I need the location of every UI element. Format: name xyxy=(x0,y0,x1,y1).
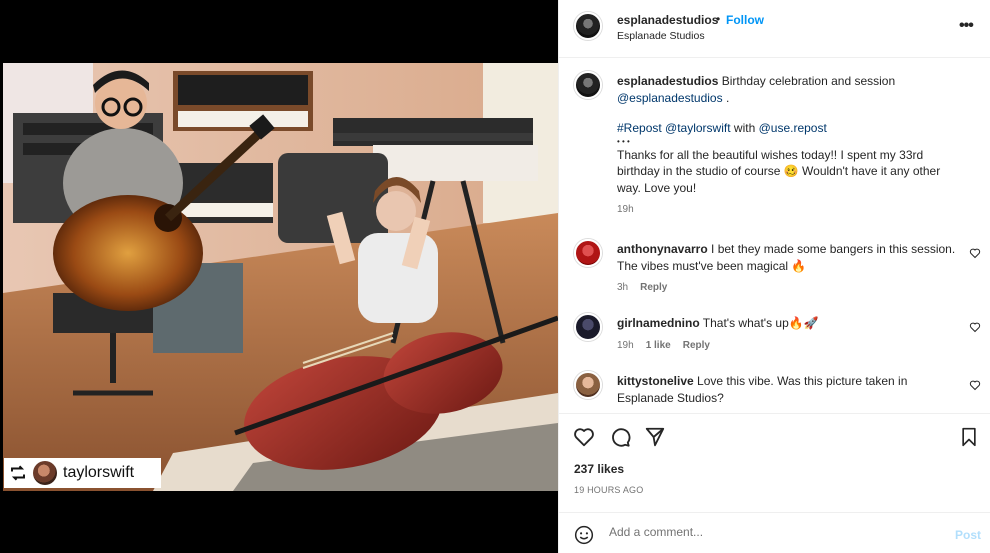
comment-text: That's what's up🔥🚀 xyxy=(702,316,819,330)
send-icon[interactable] xyxy=(644,426,666,448)
comment-input[interactable] xyxy=(609,525,909,539)
comment-avatar[interactable] xyxy=(574,313,602,341)
caption-line1: Birthday celebration and session xyxy=(721,74,896,88)
reply-button[interactable]: Reply xyxy=(683,338,710,355)
caption-text: Thanks for all the beautiful wishes toda… xyxy=(617,147,941,195)
comment-time: 3h xyxy=(617,282,629,293)
comment-username[interactable]: kittystonelive xyxy=(617,374,694,388)
post-comment-button[interactable]: Post xyxy=(955,528,981,542)
emoji-icon[interactable] xyxy=(574,525,594,545)
repost-username: taylorswift xyxy=(63,464,135,481)
comment-likes[interactable]: 1 like xyxy=(646,338,671,355)
comment-body: girlnamednino That's what's up🔥🚀 19h 1 l… xyxy=(617,315,957,354)
caption-avatar[interactable] xyxy=(574,71,602,99)
more-options-icon[interactable]: ••• xyxy=(959,17,974,35)
comment-avatar[interactable] xyxy=(574,239,602,267)
caption-body: esplanadestudios Birthday celebration an… xyxy=(617,73,957,219)
comment-body: anthonynavarro I bet they made some bang… xyxy=(617,241,957,297)
caption-with: with xyxy=(733,121,756,135)
studio-photo-illustration xyxy=(3,63,558,491)
caption-repost-app[interactable]: @use.repost xyxy=(759,121,827,135)
comment-like-icon[interactable] xyxy=(969,247,981,259)
author-avatar[interactable] xyxy=(574,12,602,40)
follow-button[interactable]: Follow xyxy=(726,13,764,27)
location-link[interactable]: Esplanade Studios xyxy=(617,30,705,42)
post-header: esplanadestudios • Follow Esplanade Stud… xyxy=(559,0,990,58)
caption-time: 19h xyxy=(617,204,634,215)
caption-mention[interactable]: @esplanadestudios xyxy=(617,91,723,105)
comment-like-icon[interactable] xyxy=(969,379,981,391)
comment-avatar[interactable] xyxy=(574,371,602,399)
post-photo[interactable] xyxy=(3,63,558,491)
comment-icon[interactable] xyxy=(609,426,631,448)
action-bar xyxy=(559,415,990,459)
comments-section[interactable]: esplanadestudios Birthday celebration an… xyxy=(559,59,990,414)
repost-icon xyxy=(11,465,25,481)
post-media: taylorswift xyxy=(0,0,558,553)
comment-like-icon[interactable] xyxy=(969,321,981,333)
reply-button[interactable]: Reply xyxy=(640,280,667,297)
comment-username[interactable]: anthonynavarro xyxy=(617,242,708,256)
comment-username[interactable]: girlnamednino xyxy=(617,316,700,330)
caption-username[interactable]: esplanadestudios xyxy=(617,74,718,88)
separator-dot: • xyxy=(716,12,721,26)
repost-badge[interactable]: taylorswift xyxy=(4,458,161,488)
caption-repost-tag[interactable]: #Repost @taylorswift xyxy=(617,121,731,135)
caption-period: . xyxy=(725,90,730,105)
post-sidebar: esplanadestudios • Follow Esplanade Stud… xyxy=(558,0,990,553)
author-username[interactable]: esplanadestudios xyxy=(617,13,718,27)
post-timestamp: 19 HOURS AGO xyxy=(574,485,644,495)
heart-icon[interactable] xyxy=(573,426,595,448)
caption-dots: • • • xyxy=(617,136,630,146)
comment-composer: Post xyxy=(559,512,990,553)
comment-body: kittystonelive Love this vibe. Was this … xyxy=(617,373,957,406)
repost-avatar xyxy=(33,461,57,485)
comment-time: 19h xyxy=(617,339,634,351)
likes-count[interactable]: 237 likes xyxy=(574,462,624,476)
bookmark-icon[interactable] xyxy=(959,426,979,448)
